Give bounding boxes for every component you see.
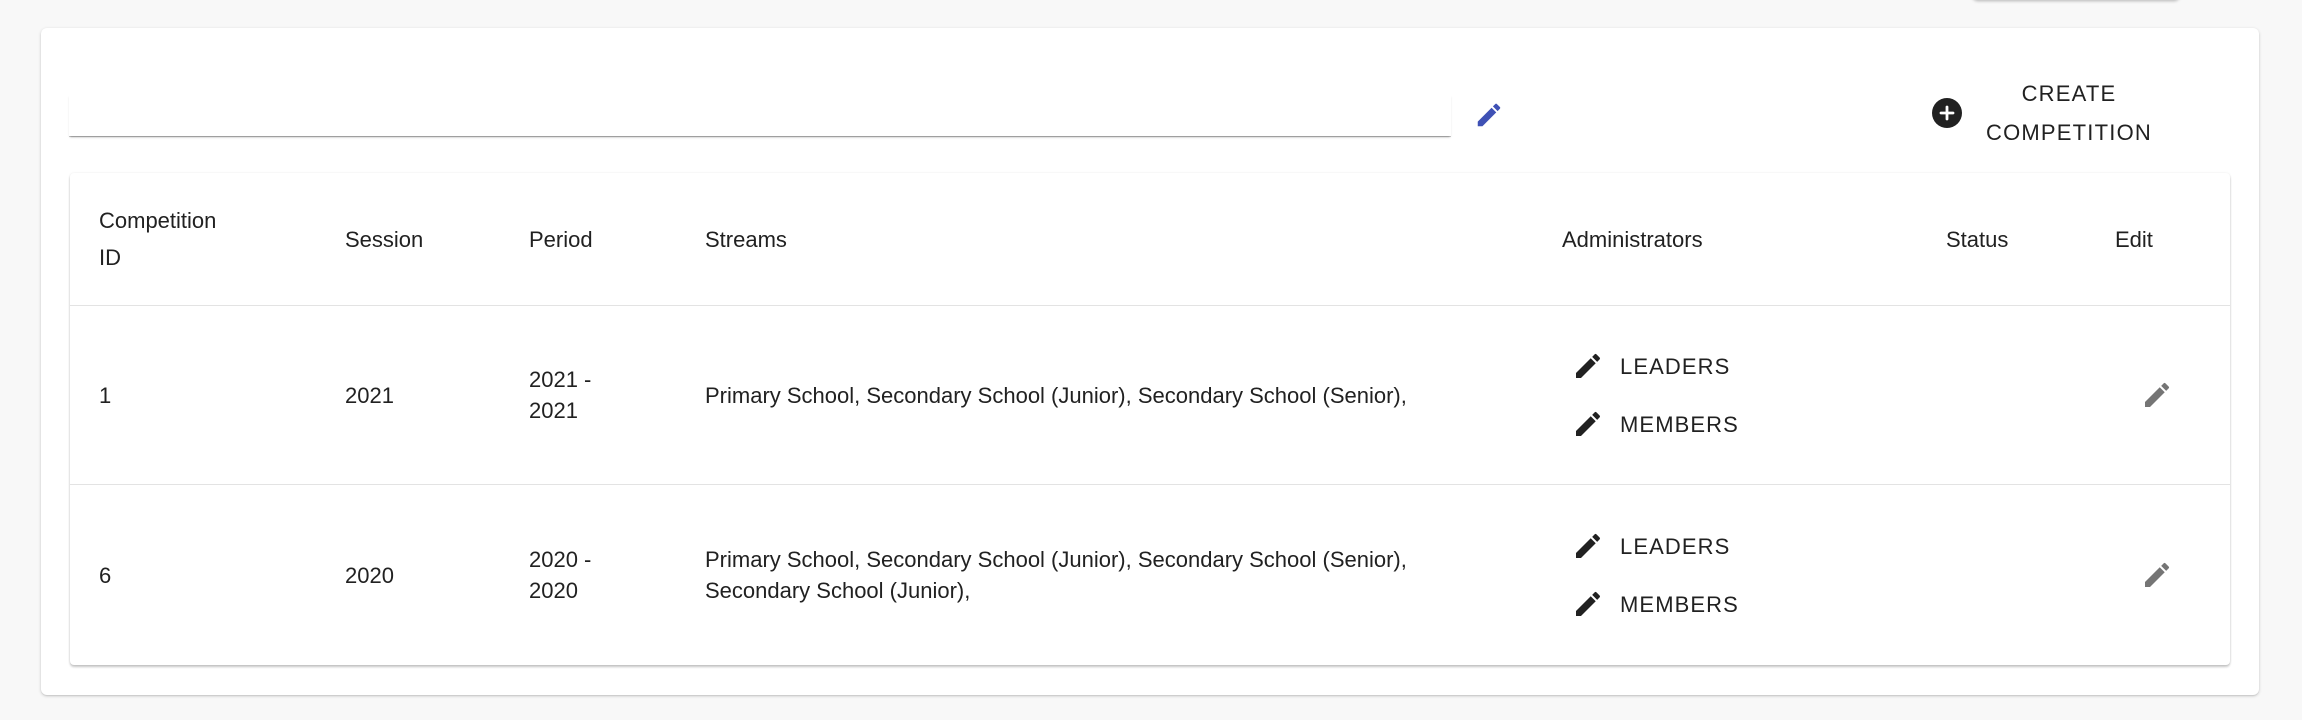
- pencil-icon: [2145, 382, 2170, 407]
- cell-streams: Primary School, Secondary School (Junior…: [705, 547, 1407, 603]
- edit-row-button[interactable]: [2135, 373, 2179, 417]
- cell-administrators: LEADERS MEMBERS: [1562, 305, 1946, 485]
- create-competition-button[interactable]: CREATE COMPETITION: [1920, 72, 2180, 154]
- members-label: MEMBERS: [1620, 411, 1739, 437]
- pencil-icon: [1572, 588, 1604, 620]
- cell-edit: [2115, 485, 2230, 666]
- edit-row-button[interactable]: [2135, 553, 2179, 597]
- leaders-label: LEADERS: [1620, 533, 1731, 559]
- pencil-icon: [1572, 350, 1604, 382]
- cell-session: 2021: [345, 305, 529, 485]
- cell-period: 2021 - 2021: [529, 305, 705, 485]
- cell-streams: Primary School, Secondary School (Junior…: [705, 305, 1562, 485]
- edit-leaders-button[interactable]: LEADERS: [1572, 337, 1946, 395]
- edit-leaders-button[interactable]: LEADERS: [1572, 517, 1946, 575]
- header-status: Status: [1946, 173, 2115, 306]
- create-competition-label: CREATE COMPETITION: [1986, 81, 2152, 145]
- header-period: Period: [529, 173, 705, 306]
- pencil-icon: [2145, 562, 2170, 587]
- competitions-table: Competition ID Session Period Streams Ad…: [70, 173, 2230, 665]
- header-competition-id: Competition ID: [70, 173, 345, 306]
- cell-session: 2020: [345, 562, 394, 588]
- header-administrators: Administrators: [1562, 173, 1946, 306]
- edit-members-button[interactable]: MEMBERS: [1572, 575, 1946, 633]
- competitions-table-container: Competition ID Session Period Streams Ad…: [70, 173, 2230, 665]
- header-session: Session: [345, 173, 529, 306]
- cell-administrators: LEADERS MEMBERS: [1562, 485, 1946, 666]
- search-edit-button[interactable]: [1472, 98, 1506, 132]
- pencil-icon: [1572, 530, 1604, 562]
- members-label: MEMBERS: [1620, 591, 1739, 617]
- table-row: 1 2021 2021 - 2021 Primary School, Secon…: [70, 305, 2230, 485]
- search-field[interactable]: [69, 94, 1451, 136]
- header-streams: Streams: [705, 173, 1562, 306]
- cell-status: [1946, 305, 2115, 485]
- cell-period: 2020 - 2020: [529, 547, 592, 603]
- search-input[interactable]: [69, 94, 1451, 136]
- pencil-icon: [1572, 408, 1604, 440]
- pencil-icon: [1477, 103, 1501, 127]
- plus-circle-icon: [1932, 98, 1962, 128]
- cell-edit: [2115, 305, 2230, 485]
- cell-status: [1946, 485, 2115, 666]
- cell-competition-id: 6: [99, 562, 112, 588]
- cell-competition-id: 1: [70, 305, 345, 485]
- leaders-label: LEADERS: [1620, 353, 1731, 379]
- header-edit: Edit: [2115, 173, 2230, 306]
- table-header-row: Competition ID Session Period Streams Ad…: [70, 173, 2230, 306]
- table-row: 6 2020 2020 - 2020 Primary School, Secon…: [70, 485, 2230, 666]
- edit-members-button[interactable]: MEMBERS: [1572, 395, 1946, 453]
